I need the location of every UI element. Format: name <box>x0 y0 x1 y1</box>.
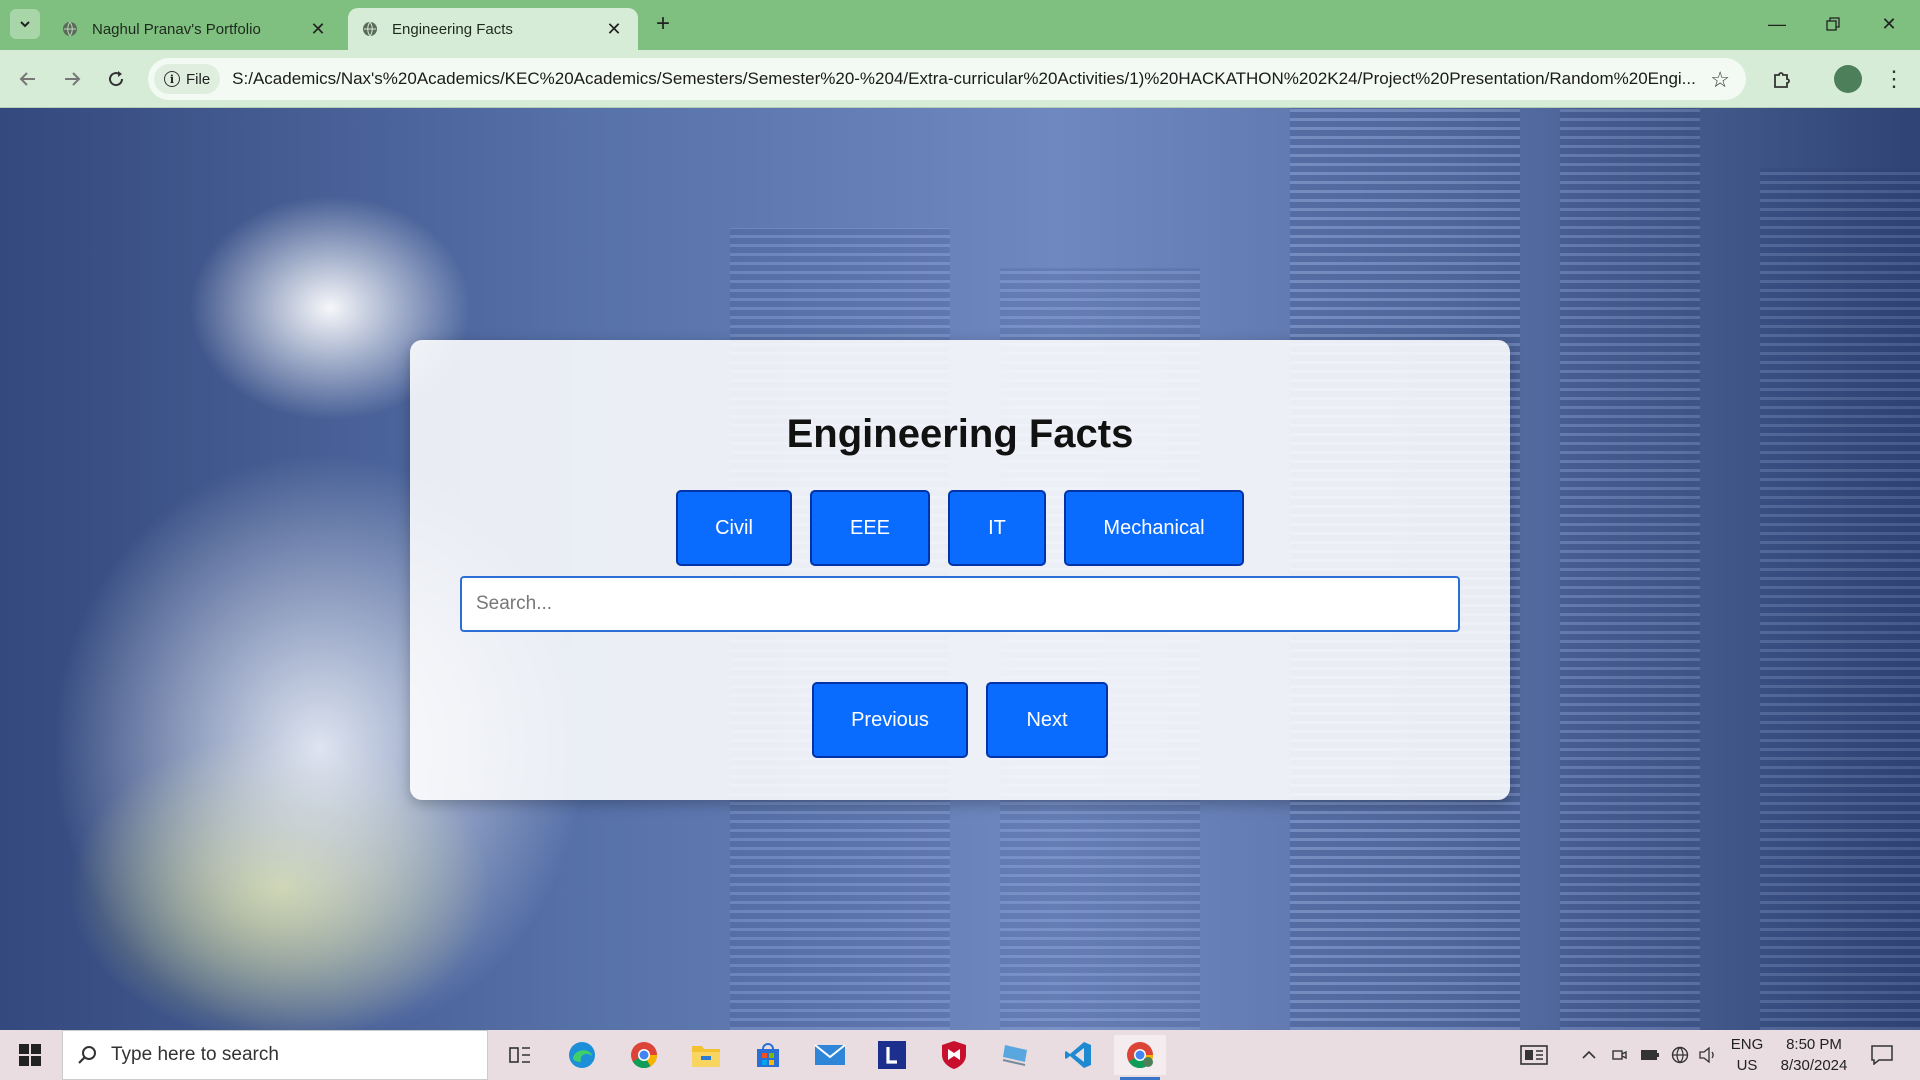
arrow-left-icon <box>19 72 35 86</box>
tab-engineering-facts[interactable]: Engineering Facts ✕ <box>348 8 638 50</box>
menu-kebab-icon[interactable]: ⋮ <box>1878 63 1910 95</box>
taskbar-search-placeholder: Type here to search <box>111 1044 279 1065</box>
category-it-button[interactable]: IT <box>948 490 1046 566</box>
url-text[interactable]: S:/Academics/Nax's%20Academics/KEC%20Aca… <box>232 69 1732 89</box>
restore-window-button[interactable] <box>1810 8 1856 40</box>
windows-taskbar: Type here to search ENG US 8:50 PM 8/30/… <box>0 1030 1920 1080</box>
reload-button[interactable] <box>100 63 132 95</box>
browser-tab-strip: Naghul Pranav's Portfolio ✕ Engineering … <box>0 0 1920 50</box>
chevron-up-icon[interactable] <box>1578 1030 1600 1080</box>
profile-avatar[interactable] <box>1834 65 1862 93</box>
vscode-icon[interactable] <box>1052 1035 1104 1075</box>
news-widget-icon[interactable] <box>1512 1030 1556 1080</box>
language-code: ENG <box>1730 1036 1764 1053</box>
reload-icon <box>109 71 124 87</box>
globe-icon <box>63 21 77 37</box>
browser-toolbar: i File S:/Academics/Nax's%20Academics/KE… <box>0 50 1920 108</box>
new-tab-button[interactable]: + <box>650 10 676 37</box>
battery-icon[interactable] <box>1638 1030 1662 1080</box>
network-pc-icon[interactable] <box>990 1035 1042 1075</box>
clock-time: 8:50 PM <box>1786 1036 1842 1053</box>
chrome-icon[interactable] <box>618 1035 670 1075</box>
page-title: Engineering Facts <box>786 412 1134 456</box>
close-tab-icon[interactable]: ✕ <box>604 19 624 39</box>
info-icon: i <box>164 71 180 87</box>
network-globe-icon[interactable] <box>1668 1030 1692 1080</box>
volume-icon[interactable] <box>1696 1030 1720 1080</box>
edge-browser-icon[interactable] <box>556 1035 608 1075</box>
page-background: Engineering Facts Civil EEE IT Mechanica… <box>0 108 1920 1030</box>
input-language-indicator[interactable]: ENG US <box>1726 1034 1768 1076</box>
tab-search-dropdown-button[interactable] <box>10 9 40 39</box>
microsoft-store-icon[interactable] <box>742 1035 794 1075</box>
close-tab-icon[interactable]: ✕ <box>308 19 328 39</box>
task-view-icon[interactable] <box>494 1035 546 1075</box>
mcafee-shield-icon[interactable] <box>928 1035 980 1075</box>
restore-icon <box>1826 17 1840 31</box>
extensions-icon[interactable] <box>1766 63 1798 95</box>
region-code: US <box>1736 1057 1758 1074</box>
tab-title: Engineering Facts <box>392 20 513 38</box>
search-icon <box>78 1046 96 1064</box>
windows-logo-icon <box>19 1044 41 1066</box>
next-button[interactable]: Next <box>986 682 1108 758</box>
system-clock[interactable]: 8:50 PM 8/30/2024 <box>1764 1034 1864 1076</box>
category-eee-button[interactable]: EEE <box>810 490 930 566</box>
puzzle-icon <box>1774 72 1790 88</box>
l-app-icon[interactable] <box>866 1035 918 1075</box>
file-explorer-icon[interactable] <box>680 1035 732 1075</box>
forward-button[interactable] <box>56 63 88 95</box>
clock-date: 8/30/2024 <box>1780 1057 1848 1074</box>
previous-button[interactable]: Previous <box>812 682 968 758</box>
tab-title: Naghul Pranav's Portfolio <box>92 20 261 38</box>
minimize-window-button[interactable]: — <box>1754 8 1800 40</box>
category-mechanical-button[interactable]: Mechanical <box>1064 490 1244 566</box>
back-button[interactable] <box>12 63 44 95</box>
chevron-down-icon <box>20 21 30 28</box>
site-info-chip[interactable]: i File <box>154 64 221 94</box>
taskbar-search-box[interactable]: Type here to search <box>62 1030 488 1080</box>
bookmark-star-icon[interactable]: ☆ <box>1710 67 1730 93</box>
globe-icon <box>363 21 377 37</box>
meet-now-icon[interactable] <box>1608 1030 1630 1080</box>
close-window-button[interactable]: ✕ <box>1866 8 1912 40</box>
chrome-profile-active-icon[interactable] <box>1114 1035 1166 1080</box>
category-civil-button[interactable]: Civil <box>676 490 792 566</box>
category-buttons: Civil EEE IT Mechanical <box>410 490 1510 566</box>
arrow-right-icon <box>65 72 81 86</box>
background-building <box>1760 168 1920 1030</box>
background-building <box>1560 108 1700 1030</box>
address-bar[interactable]: i File S:/Academics/Nax's%20Academics/KE… <box>148 58 1746 100</box>
mail-icon[interactable] <box>804 1035 856 1075</box>
facts-card: Engineering Facts Civil EEE IT Mechanica… <box>410 340 1510 800</box>
tab-portfolio[interactable]: Naghul Pranav's Portfolio ✕ <box>48 8 342 50</box>
fact-navigation: Previous Next <box>410 682 1510 758</box>
start-button[interactable] <box>0 1030 60 1080</box>
search-input[interactable] <box>460 576 1460 632</box>
scheme-label: File <box>186 70 211 88</box>
notifications-icon[interactable] <box>1862 1030 1902 1080</box>
